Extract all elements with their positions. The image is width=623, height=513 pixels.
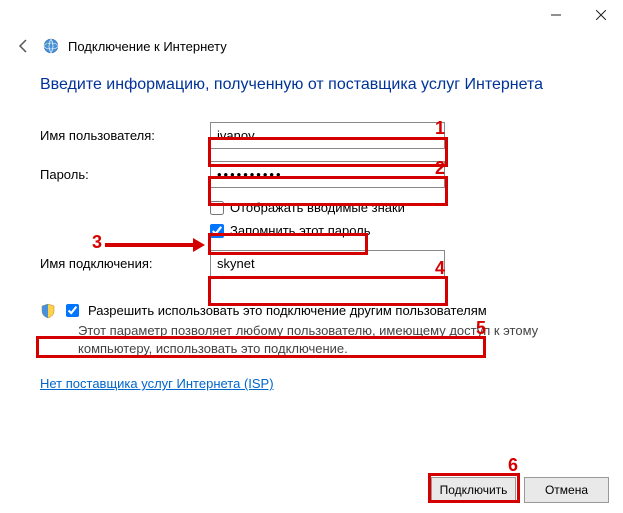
content-area: Введите информацию, полученную от постав…	[0, 66, 623, 391]
allow-description: Этот параметр позволяет любому пользоват…	[78, 322, 583, 358]
show-chars-row: Отображать вводимые знаки	[210, 200, 583, 215]
conn-name-input[interactable]	[210, 250, 445, 277]
page-heading: Введите информацию, полученную от постав…	[40, 76, 583, 94]
globe-icon	[42, 37, 60, 55]
annotation-num-6: 6	[508, 455, 518, 476]
wizard-header: Подключение к Интернету	[0, 30, 623, 66]
allow-label: Разрешить использовать это подключение д…	[88, 303, 487, 318]
conn-name-row: Имя подключения:	[40, 250, 583, 277]
remember-checkbox[interactable]	[210, 224, 224, 238]
remember-label: Запомнить этот пароль	[230, 223, 371, 238]
minimize-button[interactable]	[533, 0, 578, 30]
footer-buttons: Подключить Отмена	[431, 477, 609, 503]
password-row: Пароль:	[40, 161, 583, 188]
back-arrow-icon	[16, 38, 32, 54]
no-isp-link[interactable]: Нет поставщика услуг Интернета (ISP)	[40, 376, 274, 391]
titlebar	[0, 0, 623, 30]
allow-row: Разрешить использовать это подключение д…	[40, 301, 583, 320]
close-button[interactable]	[578, 0, 623, 30]
show-chars-label: Отображать вводимые знаки	[230, 200, 405, 215]
connect-button[interactable]: Подключить	[431, 477, 516, 503]
username-label: Имя пользователя:	[40, 128, 210, 143]
remember-row: Запомнить этот пароль	[210, 223, 583, 238]
back-button[interactable]	[14, 36, 34, 56]
close-icon	[596, 10, 606, 20]
username-input[interactable]	[210, 122, 445, 149]
show-chars-checkbox[interactable]	[210, 201, 224, 215]
password-input[interactable]	[210, 161, 445, 188]
password-label: Пароль:	[40, 167, 210, 182]
shield-icon	[40, 303, 56, 319]
minimize-icon	[551, 10, 561, 20]
cancel-button[interactable]: Отмена	[524, 477, 609, 503]
window-title: Подключение к Интернету	[68, 39, 227, 54]
username-row: Имя пользователя:	[40, 122, 583, 149]
allow-checkbox[interactable]	[66, 304, 79, 317]
conn-name-label: Имя подключения:	[40, 256, 210, 271]
